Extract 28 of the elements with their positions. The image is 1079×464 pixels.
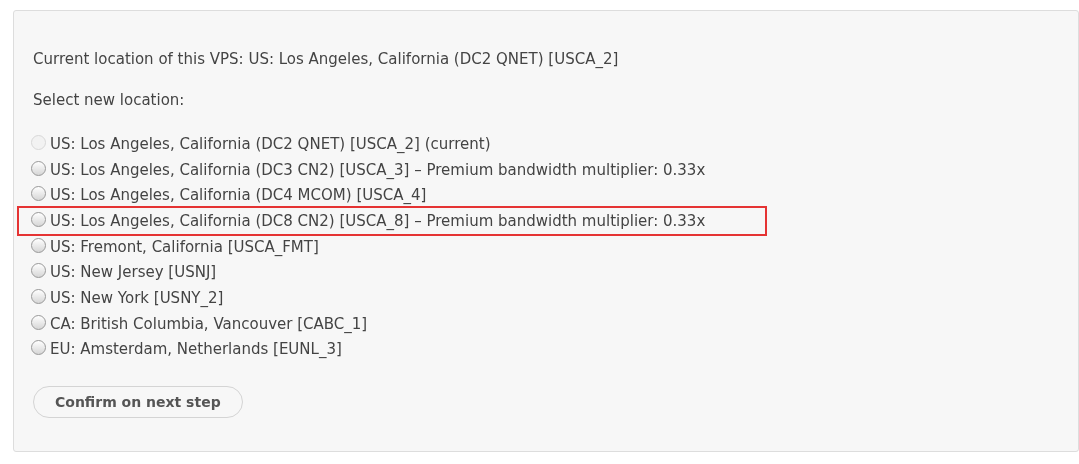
location-label: US: Los Angeles, California (DC3 CN2) [USCA_3] – Premium bandwidth multiplier: 0.33x <box>50 159 706 180</box>
location-label: US: New York [USNY_2] <box>50 287 224 308</box>
location-label: US: Los Angeles, California (DC2 QNET) [USCA_2] (current) <box>50 133 491 154</box>
radio-button[interactable] <box>31 263 46 279</box>
location-label: CA: British Columbia, Vancouver [CABC_1] <box>50 313 368 334</box>
location-option[interactable]: US: New York [USNY_2] <box>31 285 224 311</box>
radio-button[interactable] <box>31 211 46 227</box>
location-label: US: New Jersey [USNJ] <box>50 262 217 283</box>
location-option[interactable]: US: Los Angeles, California (DC3 CN2) [USCA_3] – Premium bandwidth multiplier: 0.33x <box>31 156 706 183</box>
radio-button[interactable] <box>31 314 46 330</box>
location-option[interactable]: US: New Jersey [USNJ] <box>31 259 217 286</box>
radio-button[interactable] <box>31 160 46 176</box>
location-label: US: Los Angeles, California (DC4 MCOM) [USCA_4] <box>50 185 427 206</box>
radio-button[interactable] <box>31 340 46 356</box>
location-option[interactable]: US: Los Angeles, California (DC8 CN2) [USCA_8] – Premium bandwidth multiplier: 0.33x <box>19 208 766 234</box>
confirm-button[interactable]: Confirm on next step <box>33 386 243 419</box>
radio-button[interactable] <box>31 288 46 304</box>
select-label: Select new location: <box>33 90 185 110</box>
location-option[interactable]: CA: British Columbia, Vancouver [CABC_1] <box>31 310 368 337</box>
location-option[interactable]: US: Fremont, California [USCA_FMT] <box>31 233 319 260</box>
location-label: US: Los Angeles, California (DC8 CN2) [USCA_8] – Premium bandwidth multiplier: 0.33x <box>50 210 706 231</box>
radio-button[interactable] <box>31 237 46 253</box>
current-location-text: Current location of this VPS: US: Los Angeles, California (DC2 QNET) [USCA_2] <box>33 49 619 69</box>
location-label: US: Fremont, California [USCA_FMT] <box>50 236 319 257</box>
location-option[interactable]: EU: Amsterdam, Netherlands [EUNL_3] <box>31 336 342 363</box>
radio-button[interactable] <box>31 186 46 202</box>
location-label: EU: Amsterdam, Netherlands [EUNL_3] <box>50 339 342 360</box>
location-option[interactable]: US: Los Angeles, California (DC4 MCOM) [USCA_4] <box>31 182 427 209</box>
